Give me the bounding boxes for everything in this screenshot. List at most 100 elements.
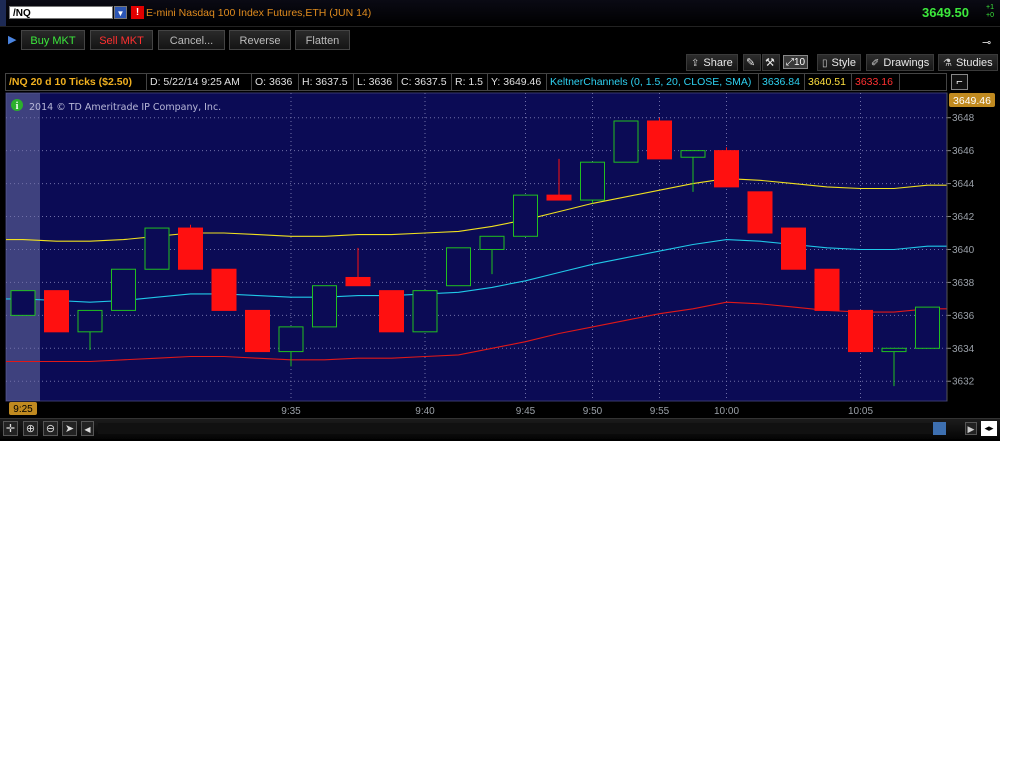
candle xyxy=(915,306,940,349)
active-trader-bar: ▶ Buy MKT Sell MKT Cancel... Reverse Fla… xyxy=(0,27,1000,54)
flask-icon: ⚗ xyxy=(943,58,952,69)
bar-close: C: 3637.5 xyxy=(398,74,452,90)
share-button[interactable]: ⇪ Share xyxy=(686,54,738,71)
studies-button[interactable]: ⚗ Studies xyxy=(938,54,998,71)
candle-body xyxy=(44,290,69,333)
zoom-out-icon[interactable]: ⊖ xyxy=(43,421,58,436)
price-tick-label: 3642 xyxy=(952,212,975,223)
symbol-dropdown-icon[interactable]: ▼ xyxy=(114,6,127,19)
time-axis[interactable]: 9:25 9:35 9:40 9:45 9:50 9:55 10:00 10:05 xyxy=(9,402,873,417)
flatten-button[interactable]: Flatten xyxy=(295,30,350,50)
price-tick-label: 3638 xyxy=(952,278,975,289)
link-tab[interactable] xyxy=(0,0,6,26)
candle xyxy=(379,290,404,333)
net-change-bottom: +0 xyxy=(986,12,994,19)
candle-body xyxy=(479,235,505,250)
time-tick-label: 10:05 xyxy=(848,406,873,417)
candle-body xyxy=(613,120,639,163)
expand-arrow-icon[interactable]: ▶ xyxy=(8,33,16,46)
zoom-in-icon[interactable]: ⊕ xyxy=(23,421,38,436)
candle xyxy=(513,194,538,237)
trend-icon[interactable]: ⌐ xyxy=(951,74,968,90)
chart-title: /NQ 20 d 10 Ticks ($2.50) xyxy=(6,74,147,90)
drawing-tool-button[interactable]: ✎ xyxy=(743,54,761,71)
candle xyxy=(580,161,605,204)
candle xyxy=(211,268,237,311)
candle-body xyxy=(245,309,270,353)
alert-icon[interactable]: ! xyxy=(131,6,144,19)
candle-body xyxy=(379,290,404,333)
bar-open: O: 3636 xyxy=(252,74,299,90)
drawings-label: Drawings xyxy=(883,57,930,69)
candle-body xyxy=(10,290,36,316)
candle-body xyxy=(915,306,940,349)
settings-plug-icon[interactable]: ⊸ xyxy=(982,36,991,49)
study-name[interactable]: KeltnerChannels (0, 1.5, 20, CLOSE, SMA) xyxy=(547,74,759,90)
cursor-y-value: Y: 3649.46 xyxy=(488,74,547,90)
price-chart[interactable]: 3632 3634 3636 3638 3640 3642 3644 3646 3648 9:2… xyxy=(0,92,1000,422)
candle-body xyxy=(546,194,572,201)
chart-toolbar: ⇪ Share ✎ ⚒ ⤢10 ▯ Style ✐ Drawings ⚗ Studies xyxy=(0,54,1000,72)
time-tick-label: 9:35 xyxy=(281,406,301,417)
last-price: 3649.50 xyxy=(922,5,969,20)
zoom-level-value: 10 xyxy=(794,57,806,68)
chart-info-bar: /NQ 20 d 10 Ticks ($2.50) D: 5/22/14 9:2… xyxy=(5,73,947,91)
candle xyxy=(714,147,739,188)
time-tick-label: 9:25 xyxy=(13,404,33,415)
price-tick-label: 3646 xyxy=(952,146,975,157)
price-tick-label: 3640 xyxy=(952,245,975,256)
time-tick-label: 9:40 xyxy=(415,406,435,417)
candle xyxy=(312,285,337,328)
candle-body xyxy=(580,161,605,201)
pan-icon[interactable]: ✛ xyxy=(3,421,18,436)
symbol-description: E-mini Nasdaq 100 Index Futures,ETH (JUN… xyxy=(146,7,372,19)
time-tick-label: 10:00 xyxy=(714,406,739,417)
zoom-level-badge[interactable]: ⤢10 xyxy=(783,55,809,69)
copyright-text: 2014 © TD Ameritrade IP Company, Inc. xyxy=(29,102,221,113)
candle xyxy=(144,227,170,270)
candle xyxy=(446,247,471,287)
style-button[interactable]: ▯ Style xyxy=(817,54,861,71)
drawings-button[interactable]: ✐ Drawings xyxy=(866,54,935,71)
candle xyxy=(747,191,773,234)
candle-body xyxy=(211,268,237,311)
current-price-label-text: 3649.46 xyxy=(953,95,991,107)
price-axis[interactable]: 3632 3634 3636 3638 3640 3642 3644 3646 3648 xyxy=(946,93,975,401)
style-label: Style xyxy=(831,57,856,69)
horizontal-scrollbar[interactable] xyxy=(98,423,933,434)
share-label: Share xyxy=(703,57,733,69)
share-icon: ⇪ xyxy=(691,58,700,69)
candle-body xyxy=(278,326,304,353)
scroll-left-icon[interactable]: ◀ xyxy=(81,421,94,436)
bar-high: H: 3637.5 xyxy=(299,74,354,90)
expand-horizontal-icon[interactable]: ◂▸ xyxy=(981,421,997,436)
candle-body xyxy=(814,268,840,311)
reverse-button[interactable]: Reverse xyxy=(229,30,291,50)
candle-body xyxy=(680,150,706,158)
candle xyxy=(178,224,203,270)
candle-body xyxy=(848,309,873,353)
info-icon-glyph: i xyxy=(16,101,19,112)
trading-chart-window: /NQ ▼ ! E-mini Nasdaq 100 Index Futures,… xyxy=(0,0,1000,441)
buy-market-button[interactable]: Buy MKT xyxy=(21,30,85,50)
cursor-icon[interactable]: ➤ xyxy=(62,421,77,436)
sell-market-button[interactable]: Sell MKT xyxy=(90,30,153,50)
candle xyxy=(613,120,639,163)
price-tick-label: 3632 xyxy=(952,377,975,388)
candle-body xyxy=(178,227,203,270)
cancel-button[interactable]: Cancel... xyxy=(158,30,225,50)
candle-body xyxy=(881,347,907,353)
scrollbar-thumb[interactable] xyxy=(933,422,946,435)
scroll-right-icon[interactable]: ▶ xyxy=(965,422,977,435)
pencil-icon: ✎ xyxy=(746,57,756,69)
symbol-bar: /NQ ▼ ! E-mini Nasdaq 100 Index Futures,… xyxy=(0,0,1000,27)
zoom-icon: ⤢ xyxy=(786,57,794,68)
chart-bottom-toolbar: ✛ ⊕ ⊖ ➤ ◀ ▶ ◂▸ xyxy=(0,418,1000,439)
candle-body xyxy=(345,276,371,287)
candle xyxy=(848,309,873,353)
candle-body xyxy=(513,194,538,237)
candle-body xyxy=(781,227,806,270)
settings-wrench-button[interactable]: ⚒ xyxy=(762,54,780,71)
candle xyxy=(814,268,840,311)
symbol-input[interactable]: /NQ xyxy=(9,6,113,19)
